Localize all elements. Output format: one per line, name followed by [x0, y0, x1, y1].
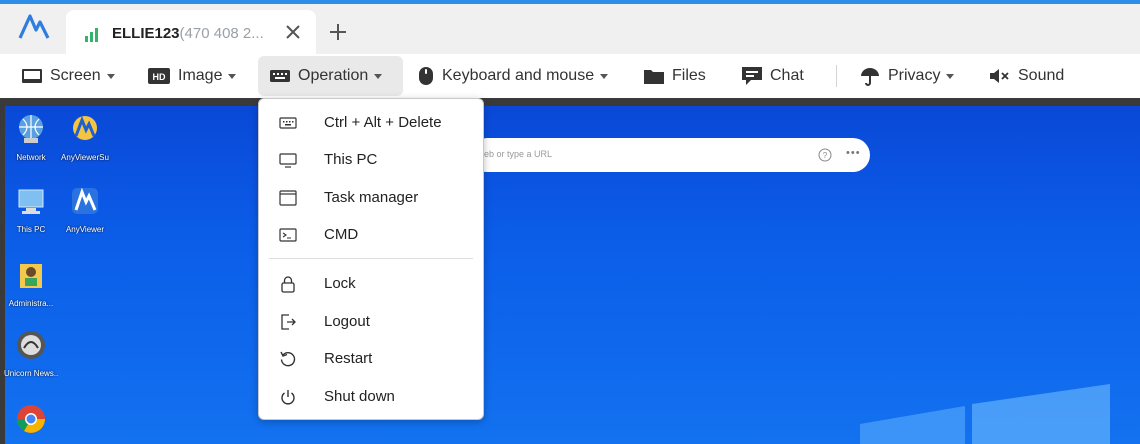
image-label: Image — [178, 67, 223, 84]
remote-desktop-view[interactable]: Network AnyViewerSu This PC AnyViewer Ad… — [0, 98, 1140, 444]
mouse-icon — [419, 67, 433, 85]
network-globe-icon — [19, 115, 43, 143]
close-tab-icon[interactable] — [283, 22, 303, 42]
umbrella-icon — [861, 68, 879, 86]
menu-item-label: CMD — [324, 226, 359, 243]
more-options-icon[interactable]: ••• — [846, 147, 861, 159]
menu-item-label: This PC — [324, 151, 378, 168]
files-label: Files — [672, 67, 706, 84]
power-icon — [281, 390, 295, 405]
chevron-down-icon — [946, 73, 955, 79]
folder-icon — [644, 70, 664, 84]
keyboard-mouse-menu-button[interactable]: Keyboard and mouse — [418, 56, 609, 96]
anyviewer-setup-icon — [73, 115, 97, 140]
menu-item-this-pc[interactable]: This PC — [259, 143, 483, 177]
keyboard-icon — [270, 70, 290, 82]
desktop-icon-label: AnyViewer — [65, 225, 105, 234]
user-folder-icon — [20, 264, 42, 288]
hd-icon: HD — [148, 68, 170, 84]
image-menu-button[interactable]: HD Image — [148, 56, 237, 96]
chevron-down-icon — [106, 73, 115, 79]
chevron-down-icon — [228, 73, 237, 79]
operation-label: Operation — [298, 67, 369, 84]
hd-badge: HD — [153, 72, 166, 82]
menu-item-lock[interactable]: Lock — [259, 267, 483, 301]
search-placeholder: eb or type a URL — [484, 149, 553, 159]
operation-dropdown-menu: Ctrl + Alt + Delete This PC Task manager… — [258, 98, 484, 420]
desktop-icon-label: Network — [16, 153, 46, 162]
window-icon — [279, 190, 297, 206]
operation-menu-button[interactable]: Operation — [258, 56, 403, 96]
menu-item-shut-down[interactable]: Shut down — [259, 380, 483, 414]
device-id: (470 408 2... — [179, 25, 264, 42]
signal-strength-icon — [85, 28, 98, 42]
menu-divider — [269, 258, 473, 259]
anyviewer-logo-icon[interactable] — [18, 12, 50, 44]
desktop-icon-anyviewer[interactable]: AnyViewer — [58, 184, 112, 244]
logout-icon — [281, 314, 296, 330]
sound-label: Sound — [1018, 67, 1065, 84]
screen-menu-button[interactable]: Screen — [22, 56, 115, 96]
chevron-down-icon — [374, 73, 383, 79]
menu-item-restart[interactable]: Restart — [259, 342, 483, 376]
monitor-icon — [279, 153, 297, 168]
menu-item-label: Restart — [324, 350, 373, 367]
chevron-down-icon — [600, 73, 609, 79]
svg-text:?: ? — [823, 151, 828, 160]
menu-item-logout[interactable]: Logout — [259, 305, 483, 339]
menu-item-label: Lock — [324, 275, 356, 292]
desktop-icon-unicorn-news[interactable]: Unicorn News... — [4, 328, 58, 388]
tab-bar: ELLIE123(470 408 2... — [0, 0, 1140, 58]
files-button[interactable]: Files — [644, 56, 706, 96]
screen-icon — [22, 69, 42, 83]
desktop-icon-network[interactable]: Network — [4, 112, 58, 172]
speaker-muted-icon — [990, 69, 1009, 83]
desktop-icon-anyviewer-setup[interactable]: AnyViewerSu — [58, 112, 112, 172]
remote-browser-search-box[interactable]: eb or type a URL ? ••• — [470, 138, 870, 172]
privacy-label: Privacy — [888, 67, 941, 84]
session-toolbar: Screen HD Image Operation Keyboard and m… — [0, 54, 1140, 98]
privacy-menu-button[interactable]: Privacy — [860, 56, 955, 96]
menu-item-label: Logout — [324, 313, 370, 330]
chrome-icon — [17, 405, 45, 433]
session-tab-title: ELLIE123(470 408 2... — [112, 25, 264, 42]
windows-logo-graphic — [860, 384, 1110, 444]
menu-item-label: Ctrl + Alt + Delete — [324, 114, 442, 131]
chat-label: Chat — [770, 67, 804, 84]
terminal-icon — [279, 228, 297, 242]
sound-button[interactable]: Sound — [990, 56, 1064, 96]
menu-item-cmd[interactable]: CMD — [259, 218, 483, 252]
menu-item-label: Shut down — [324, 388, 395, 405]
keyboard-icon — [279, 117, 297, 129]
restart-icon — [280, 351, 296, 367]
chat-icon — [742, 67, 762, 85]
session-tab[interactable]: ELLIE123(470 408 2... — [66, 10, 316, 58]
device-name: ELLIE123 — [112, 25, 180, 42]
remote-top-border — [0, 98, 1140, 106]
menu-item-ctrl-alt-delete[interactable]: Ctrl + Alt + Delete — [259, 106, 483, 140]
unicorn-news-icon — [17, 331, 45, 359]
new-tab-plus-icon[interactable] — [328, 22, 348, 42]
anyviewer-app-icon — [72, 187, 98, 214]
toolbar-divider — [836, 65, 837, 87]
keyboard-mouse-label: Keyboard and mouse — [442, 67, 595, 84]
desktop-icon-label: This PC — [16, 225, 46, 234]
computer-icon — [18, 189, 44, 214]
desktop-icon-chrome[interactable] — [4, 402, 58, 444]
menu-item-task-manager[interactable]: Task manager — [259, 181, 483, 215]
desktop-icon-label: AnyViewerSu — [61, 153, 109, 162]
chat-button[interactable]: Chat — [742, 56, 804, 96]
desktop-icon-this-pc[interactable]: This PC — [4, 184, 58, 244]
help-circle-icon[interactable]: ? — [818, 148, 832, 162]
menu-item-label: Task manager — [324, 189, 419, 206]
desktop-icon-label: Administra... — [8, 299, 54, 308]
screen-label: Screen — [50, 67, 101, 84]
desktop-icon-administrator[interactable]: Administra... — [4, 258, 58, 318]
lock-icon — [281, 276, 295, 293]
desktop-icon-label: Unicorn News... — [4, 369, 58, 378]
